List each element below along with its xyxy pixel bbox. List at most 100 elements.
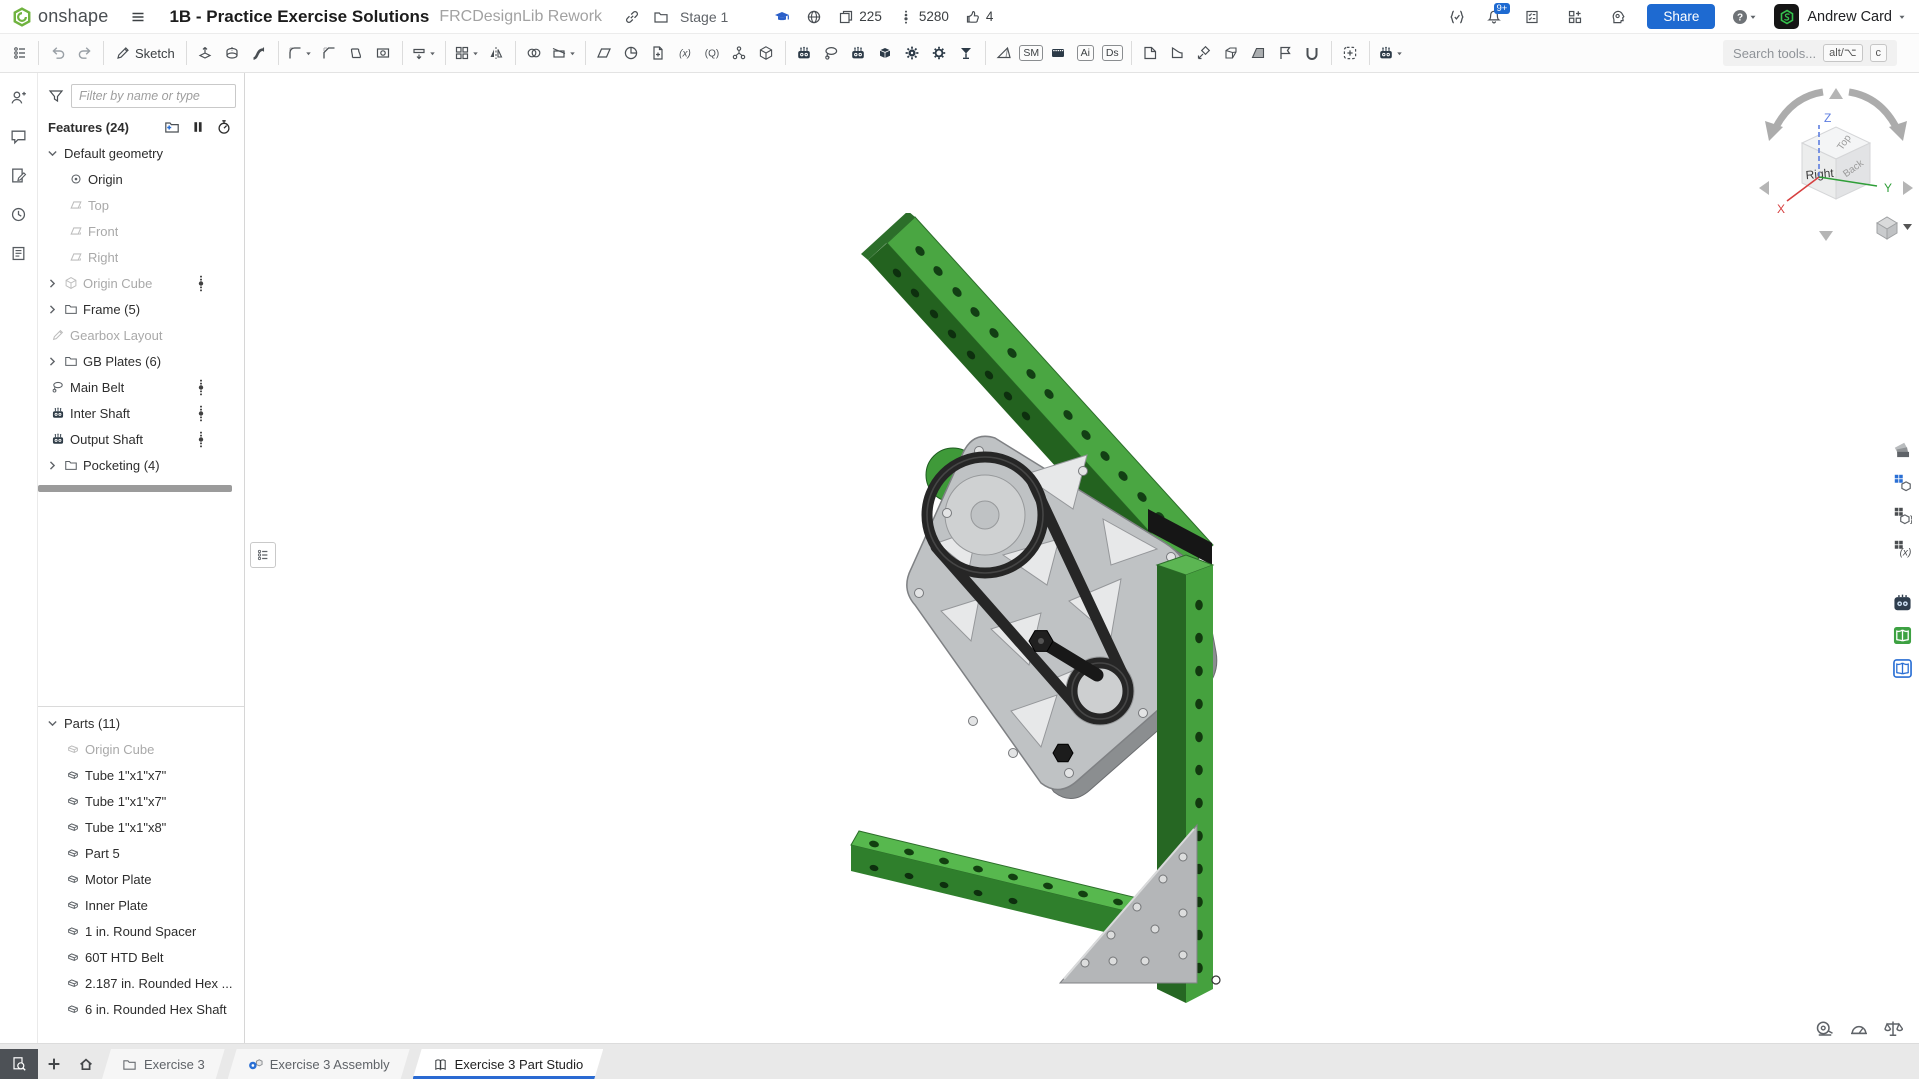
gearbox-robot-button[interactable] xyxy=(845,40,872,66)
feature-item-origin-cube[interactable]: Origin Cube xyxy=(38,270,244,296)
thicken-button[interactable] xyxy=(408,40,440,66)
parts-header[interactable]: Parts (11) xyxy=(38,710,244,736)
public-doc-icon[interactable] xyxy=(806,9,822,25)
gear-button[interactable] xyxy=(926,40,953,66)
move-face-button[interactable] xyxy=(1191,40,1218,66)
document-title[interactable]: 1B - Practice Exercise Solutions xyxy=(169,7,429,27)
history-button[interactable] xyxy=(7,202,31,226)
hole-button[interactable] xyxy=(370,40,397,66)
docs-blue-button[interactable] xyxy=(1890,656,1914,680)
solid-block-button[interactable] xyxy=(872,40,899,66)
transform-button[interactable] xyxy=(548,40,580,66)
part-item[interactable]: Tube 1"x1"x8" xyxy=(38,814,244,840)
graphics-viewport[interactable]: Top Right Back Z X Y xyxy=(245,73,1919,1043)
ai-tool-button[interactable]: Ai xyxy=(1072,40,1099,66)
part-item[interactable]: Tube 1"x1"x7" xyxy=(38,788,244,814)
surface-boot-button[interactable] xyxy=(1164,40,1191,66)
feature-item-inter-shaft[interactable]: Inter Shaft xyxy=(38,400,244,426)
variable-lookup-button[interactable] xyxy=(699,40,726,66)
protractor-icon[interactable] xyxy=(1849,1019,1869,1039)
part-item[interactable]: 6 in. Rounded Hex Shaft xyxy=(38,996,244,1022)
suppress-pause-icon[interactable] xyxy=(190,119,206,135)
linear-pattern-button[interactable] xyxy=(451,40,483,66)
document-notes-button[interactable] xyxy=(7,163,31,187)
sheet-metal-model-button[interactable]: SM xyxy=(1018,40,1045,66)
user-menu-caret-icon[interactable] xyxy=(1897,12,1907,22)
follow-mode-button[interactable] xyxy=(7,85,31,109)
sprocket-button[interactable] xyxy=(899,40,926,66)
rollback-dots-icon[interactable] xyxy=(196,379,206,396)
notifications-button[interactable]: 9+ xyxy=(1486,9,1502,25)
feature-item-gb-plates[interactable]: GB Plates (6) xyxy=(38,348,244,374)
part-item[interactable]: 1 in. Round Spacer xyxy=(38,918,244,944)
share-button[interactable]: Share xyxy=(1647,4,1715,29)
search-tools-input[interactable]: Search tools... alt/⌥ c xyxy=(1723,40,1897,66)
home-tab-button[interactable] xyxy=(70,1049,102,1079)
revolve-button[interactable] xyxy=(219,40,246,66)
workspace-label[interactable]: Stage 1 xyxy=(680,9,728,25)
part-item[interactable]: 2.187 in. Rounded Hex ... xyxy=(38,970,244,996)
featurescript-check-button[interactable] xyxy=(1443,4,1470,30)
feature-item-right-plane[interactable]: Right xyxy=(38,244,244,270)
chevron-right-icon[interactable] xyxy=(46,277,59,290)
corner-block-button[interactable] xyxy=(1218,40,1245,66)
app-store-button[interactable] xyxy=(1561,4,1588,30)
performance-timer-icon[interactable] xyxy=(216,119,232,135)
redo-button[interactable] xyxy=(71,40,98,66)
sweep-button[interactable] xyxy=(246,40,273,66)
flag-feature-button[interactable] xyxy=(1272,40,1299,66)
new-tab-button[interactable] xyxy=(38,1049,70,1079)
film-strip-button[interactable] xyxy=(1045,40,1072,66)
frame-box-button[interactable] xyxy=(753,40,780,66)
chamfer-button[interactable] xyxy=(316,40,343,66)
add-custom-feature-button[interactable] xyxy=(1337,40,1364,66)
undo-button[interactable] xyxy=(44,40,71,66)
feature-item-default-geometry[interactable]: Default geometry xyxy=(38,140,244,166)
rollback-dots-icon[interactable] xyxy=(196,275,206,292)
configuration-variables-button[interactable] xyxy=(1890,536,1914,560)
filter-input[interactable] xyxy=(71,84,236,108)
mass-properties-icon[interactable] xyxy=(1883,1019,1903,1039)
rollback-bar[interactable] xyxy=(38,485,232,492)
loft-button[interactable] xyxy=(343,40,370,66)
feature-item-output-shaft[interactable]: Output Shaft xyxy=(38,426,244,452)
feature-item-top-plane[interactable]: Top xyxy=(38,192,244,218)
view-options-button[interactable] xyxy=(1877,217,1912,239)
tab-exercise-3[interactable]: Exercise 3 xyxy=(102,1049,225,1079)
likes-stat[interactable]: 4 xyxy=(965,9,994,25)
chevron-down-icon[interactable] xyxy=(46,717,59,730)
shaft-robot-button[interactable] xyxy=(791,40,818,66)
filter-icon[interactable] xyxy=(48,88,64,104)
configurations-button[interactable] xyxy=(1890,470,1914,494)
appearance-button[interactable] xyxy=(1890,437,1914,461)
sheet-metal-button[interactable] xyxy=(991,40,1018,66)
release-notes-button[interactable] xyxy=(7,241,31,265)
feature-item-origin[interactable]: Origin xyxy=(38,166,244,192)
tasks-button[interactable] xyxy=(1518,4,1545,30)
part-item[interactable]: Origin Cube xyxy=(38,736,244,762)
import-derived-button[interactable] xyxy=(645,40,672,66)
education-badge[interactable] xyxy=(774,9,790,25)
main-menu-button[interactable] xyxy=(124,4,151,30)
rollback-dots-icon[interactable] xyxy=(196,405,206,422)
chevron-down-icon[interactable] xyxy=(46,147,59,160)
docs-green-button[interactable] xyxy=(1890,623,1914,647)
part-item[interactable]: Motor Plate xyxy=(38,866,244,892)
tape-measure-icon[interactable] xyxy=(1815,1019,1835,1039)
sketch-button[interactable]: Sketch xyxy=(109,40,181,66)
ai-advisor-button[interactable] xyxy=(1604,4,1631,30)
configured-features-button[interactable] xyxy=(1890,503,1914,527)
feature-item-frame[interactable]: Frame (5) xyxy=(38,296,244,322)
part-item[interactable]: Tube 1"x1"x7" xyxy=(38,762,244,788)
comments-button[interactable] xyxy=(7,124,31,148)
tube-button[interactable] xyxy=(1299,40,1326,66)
tab-exercise-3-part-studio[interactable]: Exercise 3 Part Studio xyxy=(413,1049,604,1079)
feature-list-toggle-button[interactable] xyxy=(6,40,33,66)
boolean-button[interactable] xyxy=(521,40,548,66)
fillet-button[interactable] xyxy=(284,40,316,66)
structure-button[interactable] xyxy=(726,40,753,66)
uses-stat[interactable]: 5280 xyxy=(898,9,949,25)
new-folder-icon[interactable] xyxy=(164,119,180,135)
search-tabs-button[interactable] xyxy=(0,1049,38,1079)
part-item[interactable]: Part 5 xyxy=(38,840,244,866)
